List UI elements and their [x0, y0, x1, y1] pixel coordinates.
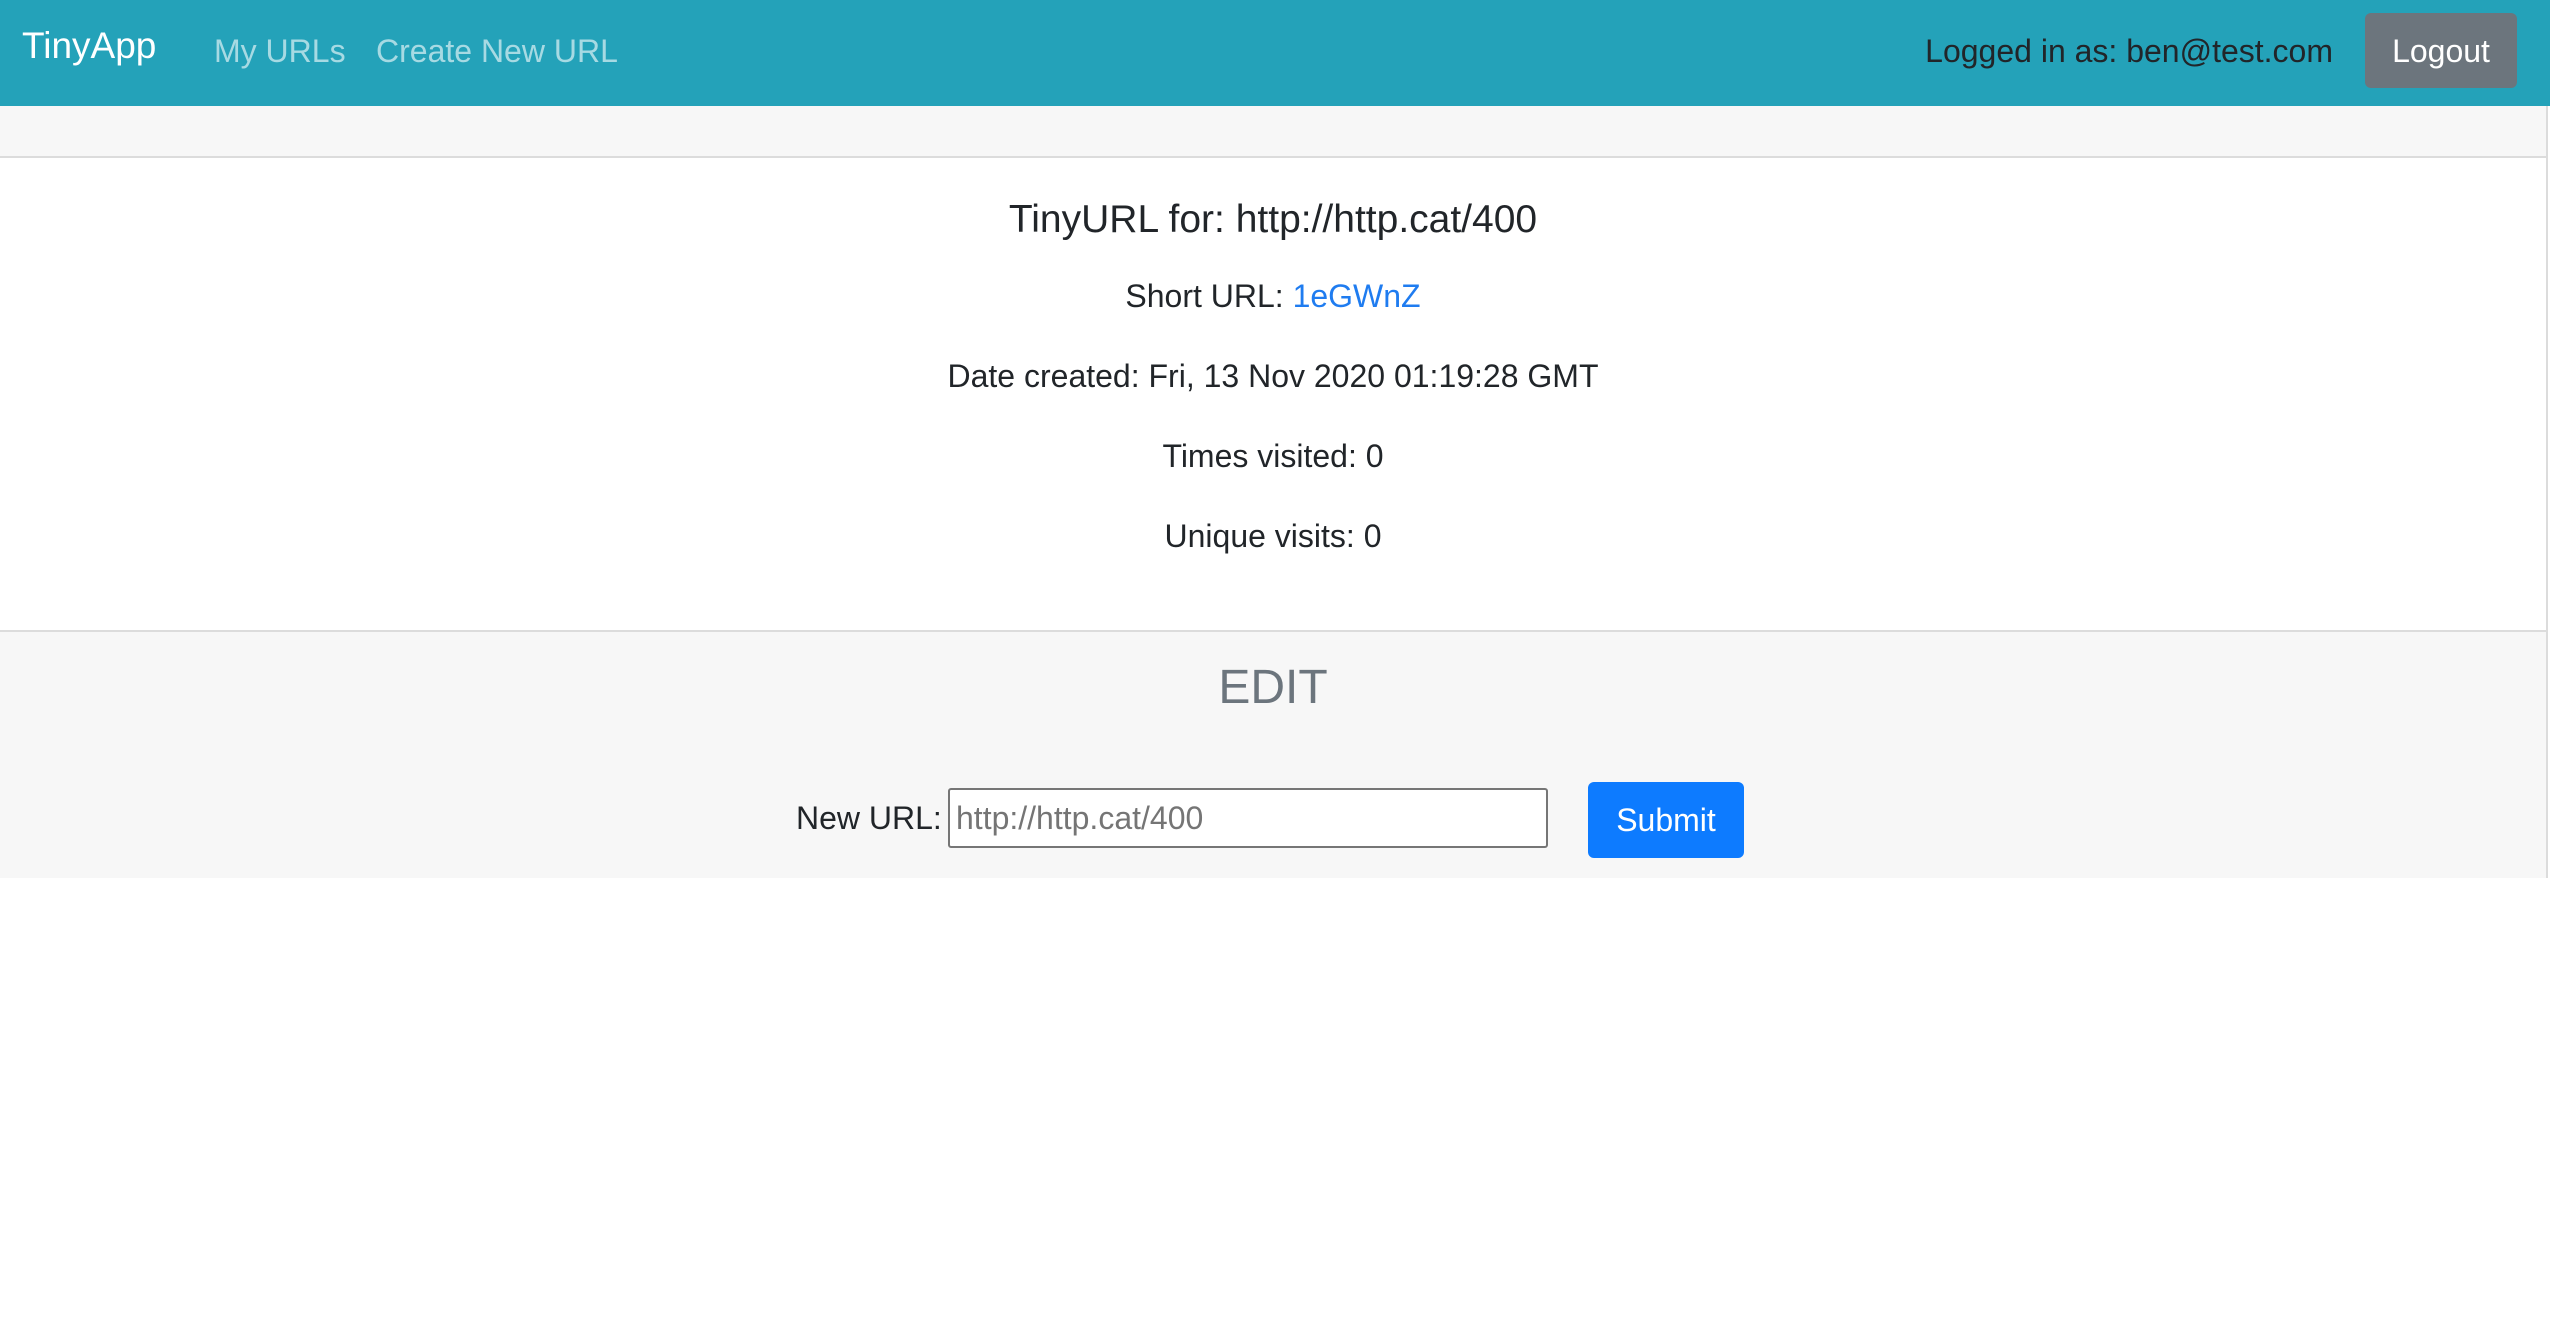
card-header — [0, 106, 2546, 158]
brand-logo-link[interactable]: TinyApp — [22, 24, 156, 68]
short-url-link[interactable]: 1eGWnZ — [1293, 278, 1421, 314]
submit-button[interactable]: Submit — [1588, 782, 1744, 858]
page-title: TinyURL for: http://http.cat/400 — [1008, 198, 1538, 241]
logged-in-status: Logged in as: ben@test.com — [1925, 33, 2333, 69]
short-url-line: Short URL: 1eGWnZ — [0, 278, 2546, 315]
url-details-card: TinyURL for: http://http.cat/400 Short U… — [0, 106, 2548, 878]
date-created-text: Date created: Fri, 13 Nov 2020 01:19:28 … — [947, 358, 1599, 394]
new-url-input[interactable] — [948, 788, 1548, 848]
unique-visits-text: Unique visits: 0 — [1164, 518, 1382, 554]
times-visited-text: Times visited: 0 — [1162, 438, 1384, 474]
edit-heading: EDIT — [1218, 661, 1328, 714]
short-url-label: Short URL: — [1125, 278, 1293, 314]
logout-button[interactable]: Logout — [2365, 13, 2517, 88]
edit-section: EDIT New URL: Submit — [0, 630, 2546, 878]
top-navbar: TinyApp My URLs Create New URL Logged in… — [0, 0, 2550, 106]
nav-my-urls-link[interactable]: My URLs — [214, 32, 346, 70]
nav-create-new-url-link[interactable]: Create New URL — [376, 32, 618, 70]
new-url-label: New URL: — [796, 800, 942, 836]
